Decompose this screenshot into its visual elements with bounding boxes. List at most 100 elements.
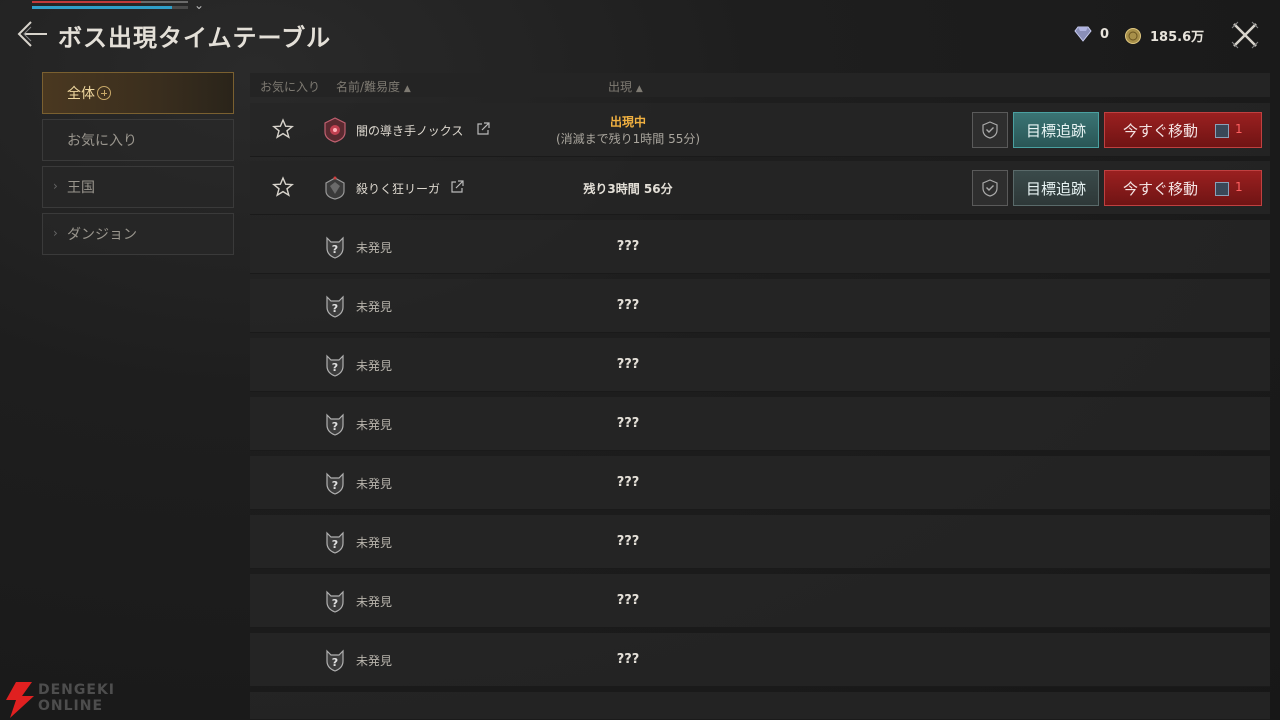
sidebar-item-label: 王国 — [67, 180, 95, 196]
unknown-boss-icon: ? — [326, 413, 344, 436]
table-row[interactable]: 殺りく狂リーガ 残り3時間 56分 目標追跡 今すぐ移動 1 — [250, 161, 1270, 215]
gold-coin-icon — [1125, 27, 1141, 44]
hp-bar — [32, 1, 188, 3]
column-spawn-sort[interactable]: 出現 ▲ — [608, 78, 643, 95]
unknown-boss-icon: ? — [326, 649, 344, 672]
close-icon — [1231, 21, 1259, 49]
sidebar-item-dungeon[interactable]: › ダンジョン — [42, 213, 234, 255]
sidebar-item-label: お気に入り — [67, 133, 137, 149]
table-row[interactable]: ? 未発見 ??? — [250, 633, 1270, 687]
track-target-button[interactable]: 目標追跡 — [1013, 170, 1099, 206]
boss-name: 未発見 — [356, 477, 393, 491]
unknown-boss-icon: ? — [326, 354, 344, 377]
chevron-down-icon[interactable]: ⌄ — [194, 0, 204, 12]
category-sidebar: 全体 お気に入り › 王国 › ダンジョン — [42, 72, 234, 260]
gold-count: 185.6万 — [1150, 30, 1205, 45]
status-main: 残り3時間 56分 — [583, 182, 673, 196]
scroll-count: 1 — [1235, 122, 1243, 136]
boss-name: 未発見 — [356, 418, 393, 432]
svg-text:?: ? — [332, 538, 338, 551]
svg-text:?: ? — [332, 479, 338, 492]
shield-check-icon — [982, 179, 998, 197]
watermark: DENGEKI ONLINE — [0, 678, 130, 720]
unknown-boss-icon: ? — [326, 295, 344, 318]
column-name-sort[interactable]: 名前/難易度 ▲ — [336, 78, 411, 95]
unknown-boss-icon: ? — [326, 236, 344, 259]
back-arrow-icon — [17, 21, 47, 47]
sort-asc-icon: ▲ — [403, 84, 411, 94]
sidebar-item-label: ダンジョン — [67, 227, 137, 243]
boss-name: 未発見 — [356, 241, 393, 255]
boss-name: 未発見 — [356, 536, 393, 550]
lightning-logo-icon — [6, 682, 34, 718]
scroll-count: 1 — [1235, 180, 1243, 194]
status-sub: (消滅まで残り1時間 55分) — [555, 132, 701, 146]
move-now-label: 今すぐ移動 — [1123, 121, 1199, 140]
column-favorite: お気に入り — [260, 80, 321, 94]
watermark-line2: ONLINE — [38, 698, 104, 714]
boss-name: 未発見 — [356, 654, 393, 668]
boss-emblem-icon — [325, 176, 345, 200]
track-target-button[interactable]: 目標追跡 — [1013, 112, 1099, 148]
sidebar-item-kingdom[interactable]: › 王国 — [42, 166, 234, 208]
teleport-scroll-icon — [1215, 182, 1229, 196]
table-row[interactable]: 闇の導き手ノックス 出現中 (消滅まで残り1時間 55分) 目標追跡 今すぐ移動… — [250, 103, 1270, 157]
table-row[interactable]: ? 未発見 ??? — [250, 515, 1270, 569]
move-now-button[interactable]: 今すぐ移動 1 — [1104, 170, 1262, 206]
external-link-icon[interactable] — [476, 122, 490, 136]
spawn-status: ??? — [616, 593, 640, 608]
boss-name: 未発見 — [356, 595, 393, 609]
chevron-right-icon: › — [53, 179, 58, 193]
spawn-status: ??? — [616, 475, 640, 490]
boss-emblem-icon — [324, 117, 346, 143]
chevron-right-icon: › — [53, 226, 58, 240]
table-row[interactable]: ? 未発見 ??? — [250, 574, 1270, 628]
watermark-line1: DENGEKI — [38, 682, 116, 698]
boss-name: 未発見 — [356, 300, 393, 314]
boss-name: 殺りく狂リーガ — [356, 182, 441, 196]
move-now-label: 今すぐ移動 — [1123, 179, 1199, 198]
status-main: 出現中 — [609, 115, 646, 129]
spawn-status: ??? — [616, 239, 640, 254]
spawn-status: 出現中 (消滅まで残り1時間 55分) — [528, 113, 728, 147]
sidebar-item-label: 全体 — [67, 86, 95, 102]
favorite-star-icon[interactable] — [272, 118, 294, 140]
unknown-boss-icon: ? — [326, 531, 344, 554]
table-header: お気に入り 名前/難易度 ▲ 出現 ▲ — [250, 73, 1270, 97]
table-row[interactable]: ? 未発見 ??? — [250, 220, 1270, 274]
spawn-status: ??? — [616, 357, 640, 372]
shield-toggle-button[interactable] — [972, 170, 1008, 206]
table-row[interactable]: ? 未発見 ??? — [250, 397, 1270, 451]
mp-bar — [32, 6, 188, 9]
table-row-partial[interactable] — [250, 692, 1270, 720]
external-link-icon[interactable] — [450, 180, 464, 194]
column-name-label: 名前/難易度 — [336, 80, 401, 94]
favorite-star-icon[interactable] — [272, 176, 294, 198]
svg-text:?: ? — [332, 243, 338, 256]
svg-text:?: ? — [332, 361, 338, 374]
shield-toggle-button[interactable] — [972, 112, 1008, 148]
sidebar-item-favorites[interactable]: お気に入り — [42, 119, 234, 161]
table-row[interactable]: ? 未発見 ??? — [250, 279, 1270, 333]
table-row[interactable]: ? 未発見 ??? — [250, 456, 1270, 510]
unknown-boss-icon: ? — [326, 472, 344, 495]
move-now-button[interactable]: 今すぐ移動 1 — [1104, 112, 1262, 148]
spawn-status: ??? — [616, 534, 640, 549]
spawn-status: 残り3時間 56分 — [528, 180, 728, 197]
back-button[interactable] — [14, 18, 50, 50]
svg-text:?: ? — [332, 597, 338, 610]
shield-check-icon — [982, 121, 998, 139]
expand-icon — [97, 86, 111, 100]
svg-text:?: ? — [332, 656, 338, 669]
gold-currency: 185.6万 — [1124, 26, 1204, 45]
status-bars — [32, 0, 188, 10]
sidebar-item-all[interactable]: 全体 — [42, 72, 234, 114]
header: ボス出現タイムテーブル 0 185.6万 — [0, 12, 1280, 56]
diamond-icon — [1074, 26, 1092, 42]
close-button[interactable] — [1230, 20, 1260, 50]
table-row[interactable]: ? 未発見 ??? — [250, 338, 1270, 392]
spawn-status: ??? — [616, 298, 640, 313]
spawn-status: ??? — [616, 416, 640, 431]
page-title: ボス出現タイムテーブル — [58, 23, 332, 52]
boss-name: 闇の導き手ノックス — [356, 124, 464, 138]
